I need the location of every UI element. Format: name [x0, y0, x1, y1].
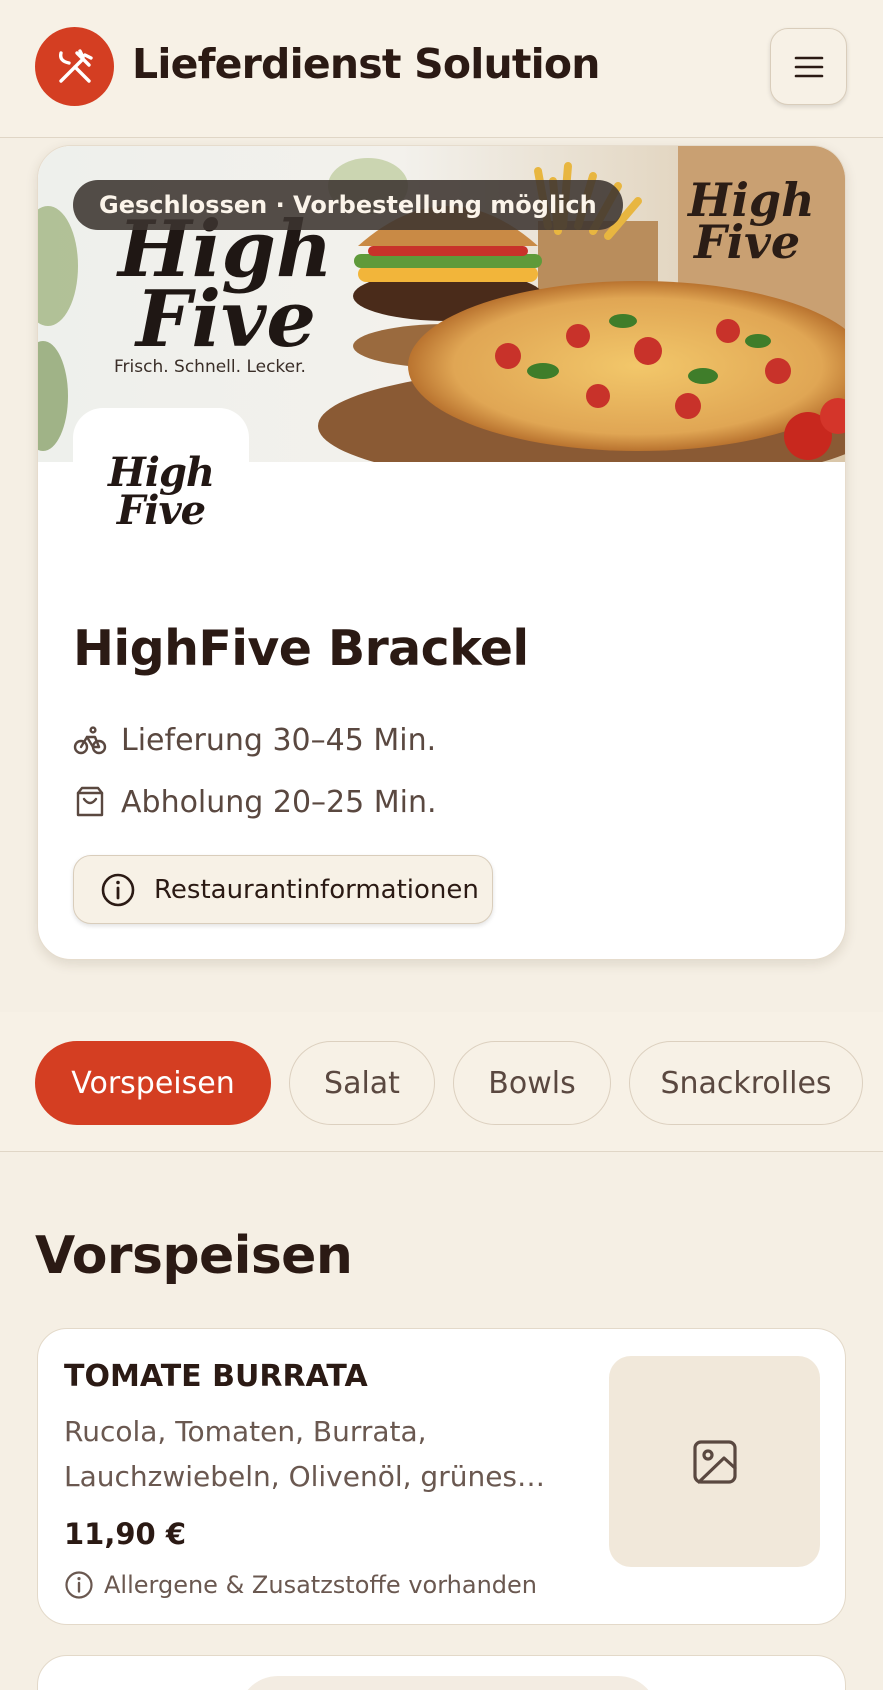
- restaurant-logo-text: High Five: [108, 453, 215, 534]
- top-bar: Lieferdienst Solution: [0, 0, 883, 138]
- bike-icon: [73, 726, 107, 755]
- restaurant-info-label: Restaurantinformationen: [154, 874, 479, 905]
- hero-bag-logo: Five: [692, 215, 800, 269]
- brand-logo[interactable]: [35, 27, 114, 106]
- tab-vorspeisen[interactable]: Vorspeisen: [35, 1041, 271, 1125]
- description-line: Rucola, Tomaten, Burrata,: [64, 1415, 427, 1448]
- status-badge: Geschlossen · Vorbestellung möglich: [73, 180, 623, 230]
- brand-title[interactable]: Lieferdienst Solution: [132, 40, 600, 88]
- hamburger-menu-icon: [794, 56, 823, 77]
- description-line: Lauchzwiebeln, Olivenöl, grünes…: [64, 1460, 546, 1493]
- product-card[interactable]: TOMATE BURRATA Rucola, Tomaten, Burrata,…: [37, 1328, 846, 1625]
- product-card[interactable]: [37, 1655, 846, 1690]
- restaurant-card: High Five Frisch. Schnell. Lecker. High …: [37, 145, 846, 960]
- fork-knife-crossed-icon: [58, 48, 93, 83]
- info-icon: [65, 1571, 93, 1599]
- delivery-time: Lieferung 30–45 Min.: [73, 720, 436, 760]
- section-title: Vorspeisen: [35, 1226, 353, 1286]
- delivery-label: Lieferung 30–45 Min.: [121, 722, 437, 758]
- tab-salat[interactable]: Salat: [289, 1041, 435, 1125]
- tab-snackrolles[interactable]: Snackrolles: [629, 1041, 863, 1125]
- allergen-info[interactable]: Allergene & Zusatzstoffe vorhanden: [64, 1567, 537, 1603]
- info-icon: [101, 873, 135, 906]
- hero-logo-text: Five: [134, 274, 316, 365]
- product-name: TOMATE BURRATA: [64, 1359, 368, 1394]
- allergen-label: Allergene & Zusatzstoffe vorhanden: [104, 1571, 537, 1599]
- restaurant-info-button[interactable]: Restaurantinformationen: [73, 855, 493, 924]
- restaurant-name: HighFive Brackel: [73, 620, 529, 677]
- pickup-time: Abholung 20–25 Min.: [73, 782, 437, 822]
- pickup-label: Abholung 20–25 Min.: [121, 784, 437, 820]
- product-price: 11,90 €: [64, 1517, 187, 1551]
- restaurant-logo: High Five: [73, 408, 249, 576]
- menu-button[interactable]: [770, 28, 847, 105]
- product-image-placeholder: [609, 1356, 820, 1567]
- image-placeholder-icon: [692, 1439, 737, 1484]
- product-image-partial: [238, 1676, 658, 1690]
- category-tabs: Vorspeisen Salat Bowls Snackrolles: [0, 1012, 883, 1152]
- hero-tagline: Frisch. Schnell. Lecker.: [114, 357, 306, 377]
- logo-line: Five: [116, 487, 206, 534]
- product-description: Rucola, Tomaten, Burrata, Lauchzwiebeln,…: [64, 1409, 554, 1499]
- shopping-bag-icon: [76, 786, 104, 817]
- tab-bowls[interactable]: Bowls: [453, 1041, 611, 1125]
